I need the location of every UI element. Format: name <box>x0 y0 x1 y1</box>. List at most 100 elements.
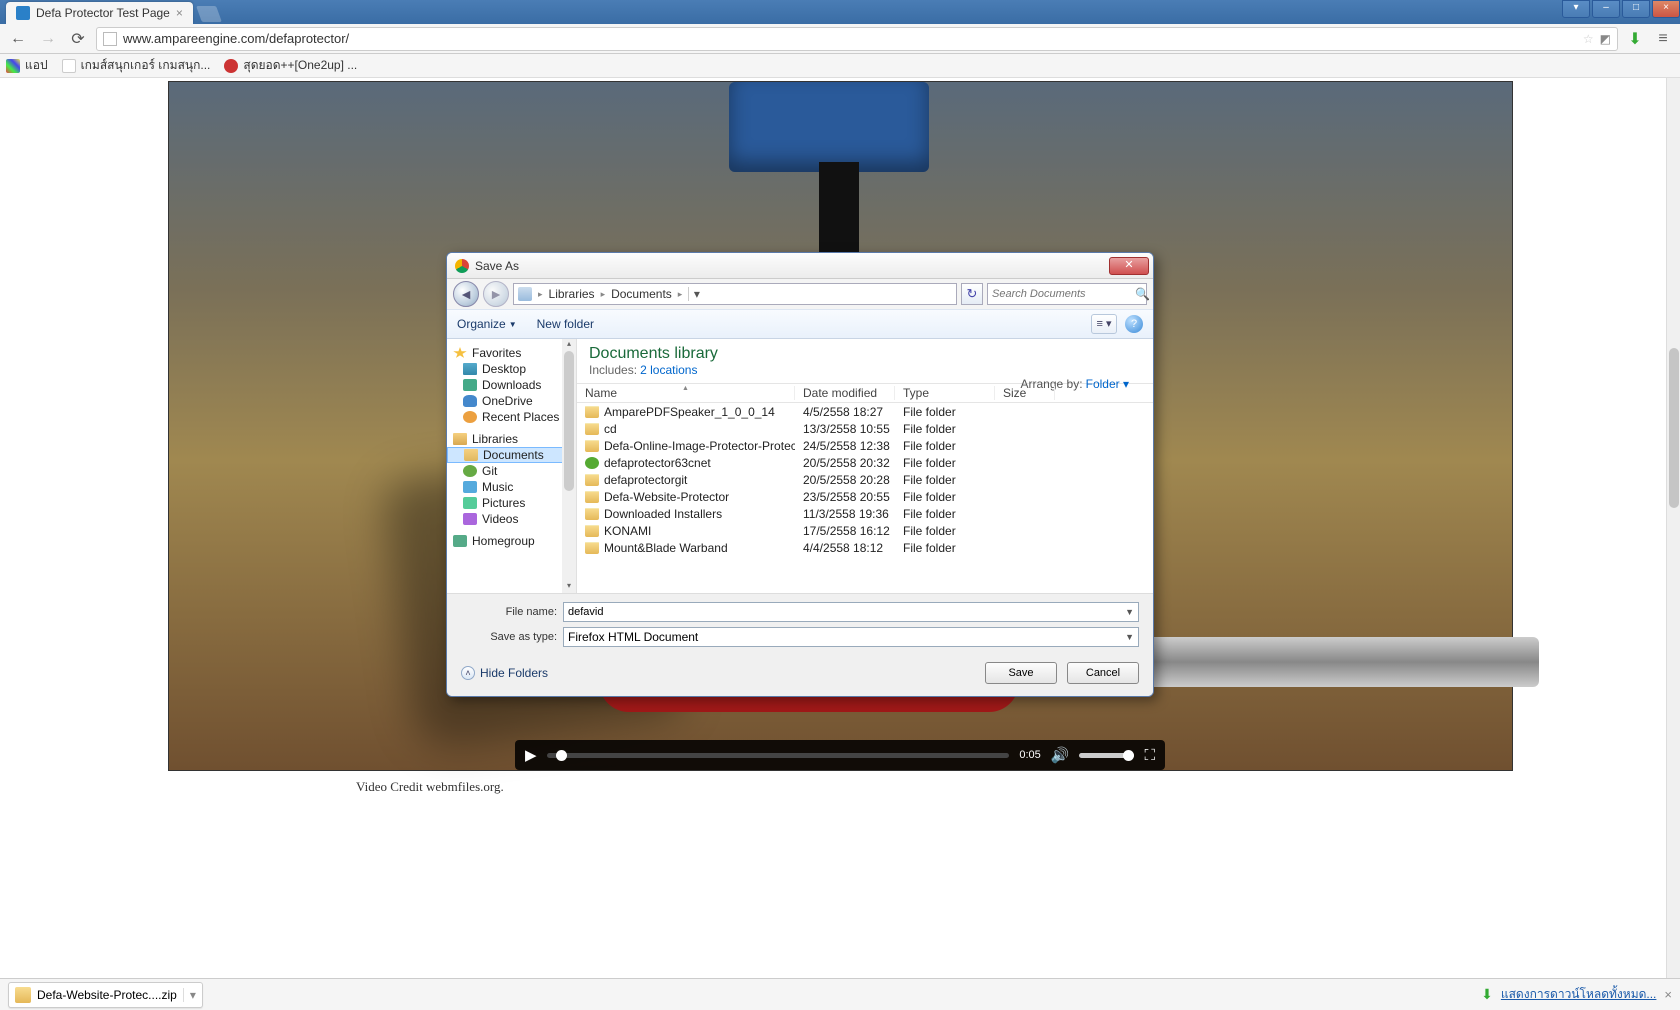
col-size[interactable]: Size <box>995 386 1055 400</box>
bookmark-item[interactable]: สุดยอด++[One2up] ... <box>224 56 357 75</box>
tree-desktop[interactable]: Desktop <box>447 361 576 377</box>
browser-tab[interactable]: Defa Protector Test Page × <box>6 2 193 24</box>
dialog-forward-button[interactable]: ► <box>483 281 509 307</box>
file-row[interactable]: AmparePDFSpeaker_1_0_0_144/5/2558 18:27F… <box>577 403 1153 420</box>
dialog-breadcrumb[interactable]: ▸ Libraries ▸ Documents ▸ ▾ <box>513 283 957 305</box>
folder-icon <box>585 508 599 520</box>
chrome-menu-icon[interactable]: ≡ <box>1652 28 1674 50</box>
file-row[interactable]: cd13/3/2558 10:55File folder <box>577 420 1153 437</box>
apps-shortcut[interactable]: แอป <box>6 56 48 75</box>
close-shelf-button[interactable]: × <box>1664 987 1672 1002</box>
library-title: Documents library <box>589 345 1141 363</box>
reload-button[interactable]: ⟳ <box>66 27 90 51</box>
file-row[interactable]: KONAMI17/5/2558 16:12File folder <box>577 522 1153 539</box>
organize-button[interactable]: Organize ▼ <box>457 317 517 331</box>
tree-music[interactable]: Music <box>447 479 576 495</box>
col-name[interactable]: Name▲ <box>577 386 795 400</box>
cancel-button[interactable]: Cancel <box>1067 662 1139 684</box>
file-name-input[interactable] <box>568 606 1125 618</box>
col-type[interactable]: Type <box>895 386 995 400</box>
combo-dropdown-icon[interactable]: ▼ <box>1125 607 1134 617</box>
breadcrumb-segment[interactable]: Libraries <box>549 287 595 301</box>
new-tab-button[interactable] <box>196 6 222 22</box>
file-name-label: File name: <box>461 606 557 618</box>
tree-videos[interactable]: Videos <box>447 511 576 527</box>
tree-documents[interactable]: Documents <box>447 447 576 463</box>
breadcrumb-segment[interactable]: Documents <box>611 287 672 301</box>
breadcrumb-dropdown[interactable]: ▾ <box>688 287 704 301</box>
dialog-back-button[interactable]: ◄ <box>453 281 479 307</box>
combo-dropdown-icon[interactable]: ▼ <box>1125 632 1134 642</box>
file-type: File folder <box>895 422 995 436</box>
tree-pictures[interactable]: Pictures <box>447 495 576 511</box>
file-row[interactable]: Downloaded Installers11/3/2558 19:36File… <box>577 505 1153 522</box>
file-type: File folder <box>895 524 995 538</box>
includes-link[interactable]: 2 locations <box>640 363 697 377</box>
bookmark-star-icon[interactable]: ☆ <box>1583 32 1594 46</box>
dialog-refresh-button[interactable]: ↻ <box>961 283 983 305</box>
tree-homegroup[interactable]: Homegroup <box>447 533 576 549</box>
file-date: 24/5/2558 12:38 <box>795 439 895 453</box>
breadcrumb-separator[interactable]: ▸ <box>678 289 683 300</box>
file-row[interactable]: defaprotectorgit20/5/2558 20:28File fold… <box>577 471 1153 488</box>
translate-icon[interactable]: ◩ <box>1600 32 1611 46</box>
tab-close-icon[interactable]: × <box>176 6 183 20</box>
file-date: 11/3/2558 19:36 <box>795 507 895 521</box>
back-button[interactable]: ← <box>6 27 30 51</box>
tab-strip: Defa Protector Test Page × ▾ – □ × <box>0 0 1680 24</box>
bookmark-label: เกมส์สนุกเกอร์ เกมสนุก... <box>81 56 211 75</box>
tree-onedrive[interactable]: OneDrive <box>447 393 576 409</box>
file-row[interactable]: Defa-Website-Protector23/5/2558 20:55Fil… <box>577 488 1153 505</box>
seek-slider[interactable] <box>547 753 1010 758</box>
location-icon <box>518 287 532 301</box>
dialog-title: Save As <box>475 259 519 273</box>
col-date[interactable]: Date modified <box>795 386 895 400</box>
breadcrumb-separator[interactable]: ▸ <box>601 289 606 300</box>
tree-favorites[interactable]: Favorites <box>447 345 576 361</box>
hide-folders-toggle[interactable]: ˄ Hide Folders <box>461 666 548 680</box>
play-button[interactable]: ▶ <box>525 746 537 764</box>
tree-git[interactable]: Git <box>447 463 576 479</box>
forward-button[interactable]: → <box>36 27 60 51</box>
new-folder-button[interactable]: New folder <box>537 317 594 331</box>
tree-downloads[interactable]: Downloads <box>447 377 576 393</box>
tree-libraries[interactable]: Libraries <box>447 431 576 447</box>
window-close-button[interactable]: × <box>1652 0 1680 18</box>
save-button[interactable]: Save <box>985 662 1057 684</box>
file-list: AmparePDFSpeaker_1_0_0_144/5/2558 18:27F… <box>577 403 1153 593</box>
window-shrink-button[interactable]: ▾ <box>1562 0 1590 18</box>
dialog-titlebar[interactable]: Save As ✕ <box>447 253 1153 279</box>
dialog-close-button[interactable]: ✕ <box>1109 257 1149 275</box>
site-identity-icon[interactable] <box>103 32 117 46</box>
page-scrollbar[interactable] <box>1666 78 1680 978</box>
help-button[interactable]: ? <box>1125 315 1143 333</box>
breadcrumb-separator[interactable]: ▸ <box>538 289 543 300</box>
file-name-combo[interactable]: ▼ <box>563 602 1139 622</box>
navpane-scrollbar[interactable]: ▴ ▾ <box>562 339 576 593</box>
show-all-downloads-link[interactable]: แสดงการดาวน์โหลดทั้งหมด... <box>1501 985 1657 1004</box>
window-minimize-button[interactable]: – <box>1592 0 1620 18</box>
mute-button[interactable]: 🔊 <box>1051 746 1070 764</box>
save-type-combo[interactable]: Firefox HTML Document ▼ <box>563 627 1139 647</box>
bookmarks-bar: แอป เกมส์สนุกเกอร์ เกมสนุก... สุดยอด++[O… <box>0 54 1680 78</box>
view-mode-button[interactable]: ≡ ▾ <box>1091 314 1117 334</box>
url-input[interactable] <box>123 31 1577 46</box>
download-item[interactable]: Defa-Website-Protec....zip ▾ <box>8 982 203 1008</box>
dialog-search-input[interactable] <box>992 288 1135 300</box>
search-icon[interactable]: 🔍 <box>1135 287 1150 301</box>
download-item-menu[interactable]: ▾ <box>183 988 196 1002</box>
file-row[interactable]: Mount&Blade Warband4/4/2558 18:12File fo… <box>577 539 1153 556</box>
dialog-search-box[interactable]: 🔍 <box>987 283 1147 305</box>
downloads-icon[interactable]: ⬇ <box>1624 28 1646 50</box>
bookmark-item[interactable]: เกมส์สนุกเกอร์ เกมสนุก... <box>62 56 211 75</box>
file-date: 13/3/2558 10:55 <box>795 422 895 436</box>
file-row[interactable]: defaprotector63cnet20/5/2558 20:32File f… <box>577 454 1153 471</box>
window-maximize-button[interactable]: □ <box>1622 0 1650 18</box>
omnibox[interactable]: ☆ ◩ <box>96 27 1618 51</box>
tree-recent-places[interactable]: Recent Places <box>447 409 576 425</box>
volume-slider[interactable] <box>1079 753 1134 758</box>
fullscreen-button[interactable]: ⛶ <box>1144 747 1155 764</box>
file-date: 20/5/2558 20:32 <box>795 456 895 470</box>
arrange-by-value[interactable]: Folder ▾ <box>1086 377 1129 391</box>
file-row[interactable]: Defa-Online-Image-Protector-Protect-I...… <box>577 437 1153 454</box>
